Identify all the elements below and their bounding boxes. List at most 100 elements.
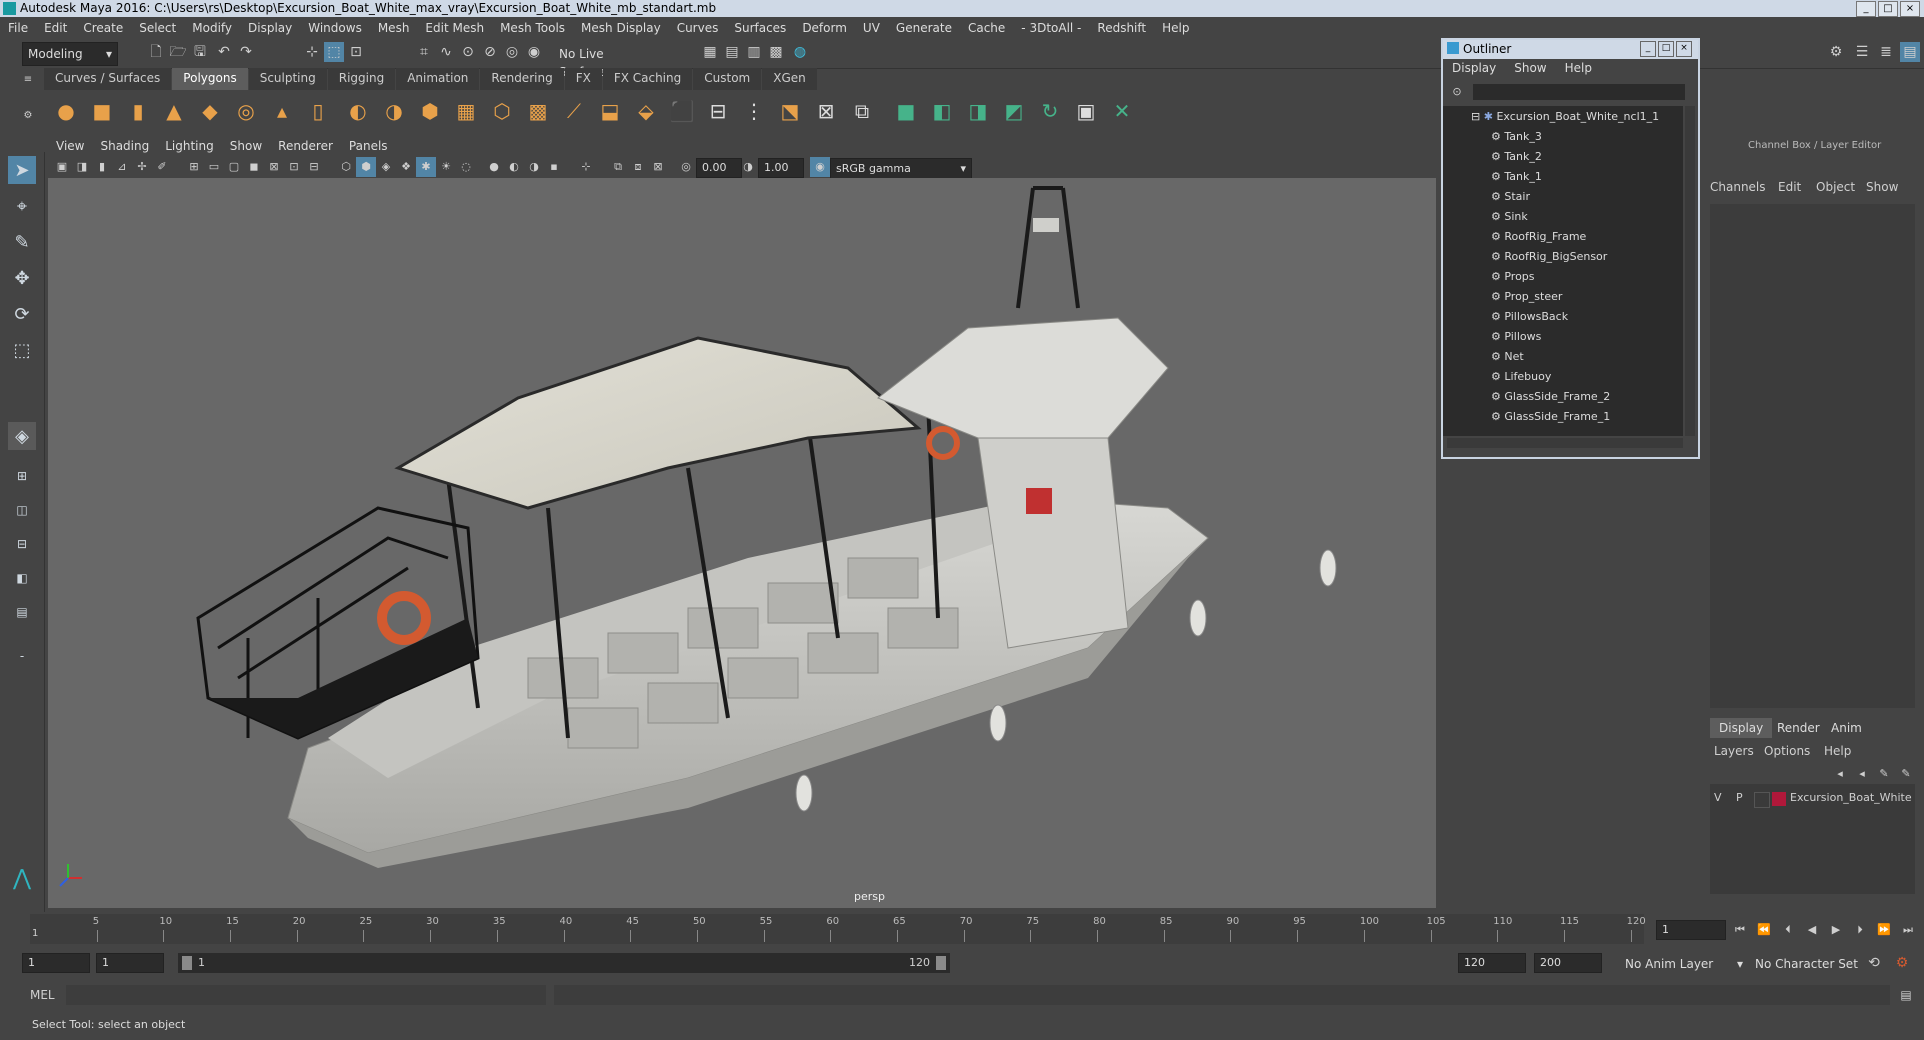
ambient-occlusion-icon[interactable]: ◌ (456, 157, 476, 177)
play-backward-icon[interactable]: ◀ (1802, 920, 1822, 940)
animation-prefs-icon[interactable]: ⚙ (1892, 953, 1912, 973)
camera-attributes-icon[interactable]: ◨ (72, 157, 92, 177)
combine-icon[interactable]: ◐ (344, 97, 372, 125)
range-slider[interactable]: 1 120 (178, 953, 950, 973)
bridge-icon[interactable]: ⟋ (560, 97, 588, 125)
edge-loop-icon[interactable]: ⋮ (740, 97, 768, 125)
shelf-settings-icon[interactable]: ⚙ (18, 106, 38, 126)
maximize-button[interactable]: □ (1878, 1, 1898, 17)
separate-icon[interactable]: ◑ (380, 97, 408, 125)
render-view-icon[interactable]: ▦ (700, 42, 720, 62)
four-view-icon[interactable]: ⊞ (8, 462, 36, 490)
menu-modify[interactable]: Modify (184, 21, 240, 35)
step-forward-key-icon[interactable]: ⏩ (1874, 920, 1894, 940)
render-settings-icon[interactable]: ▩ (766, 42, 786, 62)
make-live-icon[interactable]: ◉ (524, 42, 544, 62)
tree-item-root[interactable]: ⊟ ✱ Excursion_Boat_White_ncl1_1 (1471, 107, 1659, 127)
move-layer-down-icon[interactable]: ◂ (1852, 764, 1872, 784)
grease-pencil-icon[interactable]: ✐ (152, 157, 172, 177)
menu-help[interactable]: Help (1154, 21, 1197, 35)
snap-plane-icon[interactable]: ⊘ (480, 42, 500, 62)
layer-help-menu[interactable]: Help (1824, 744, 1851, 758)
tree-item[interactable]: ⚙ Net (1491, 347, 1524, 367)
side-by-side-icon[interactable]: ◫ (8, 496, 36, 524)
menu-mesh-display[interactable]: Mesh Display (573, 21, 669, 35)
tab-sculpting[interactable]: Sculpting (248, 68, 327, 90)
poly-cylinder-icon[interactable]: ▮ (124, 97, 152, 125)
move-tool-icon[interactable]: ✥ (8, 264, 36, 292)
motion-blur-icon[interactable]: ● (484, 157, 504, 177)
select-object-icon[interactable]: ⬚ (324, 42, 344, 62)
layer-visibility-toggle[interactable]: V (1714, 791, 1722, 804)
tree-item[interactable]: ⚙ RoofRig_Frame (1491, 227, 1586, 247)
tab-custom[interactable]: Custom (693, 68, 762, 90)
tree-item[interactable]: ⚙ Prop_steer (1491, 287, 1562, 307)
tree-item[interactable]: ⚙ Lifebuoy (1491, 367, 1551, 387)
outliner-vscrollbar[interactable] (1685, 106, 1695, 436)
snap-curve-icon[interactable]: ∿ (436, 42, 456, 62)
undo-icon[interactable]: ↶ (214, 42, 234, 62)
channel-show-menu[interactable]: Show (1866, 180, 1898, 194)
step-back-frame-icon[interactable]: ⏴ (1778, 920, 1798, 940)
redo-icon[interactable]: ↷ (236, 42, 256, 62)
character-set-dropdown[interactable]: No Character Set (1750, 953, 1870, 975)
tab-anim-layers[interactable]: Anim (1822, 718, 1871, 738)
shadows-icon[interactable]: ☀ (436, 157, 456, 177)
tree-item[interactable]: ⚙ Sink (1491, 207, 1528, 227)
collapse-icon[interactable]: ⊟ (1471, 110, 1480, 123)
textured-icon[interactable]: ❖ (396, 157, 416, 177)
panel-menu-lighting[interactable]: Lighting (157, 139, 222, 157)
select-tool-icon[interactable]: ➤ (8, 156, 36, 184)
tree-item[interactable]: ⚙ Props (1491, 267, 1535, 287)
gate-mask-icon[interactable]: ◼ (244, 157, 264, 177)
smooth-icon[interactable]: ⬢ (416, 97, 444, 125)
tab-render-layers[interactable]: Render (1768, 718, 1829, 738)
xray-components-icon[interactable]: ⊠ (648, 157, 668, 177)
ipr-render-icon[interactable]: ▥ (744, 42, 764, 62)
outliner-close-button[interactable]: × (1676, 41, 1692, 57)
menu-file[interactable]: File (0, 21, 36, 35)
poly-torus-icon[interactable]: ◎ (232, 97, 260, 125)
scene-start-field[interactable]: 1 (22, 953, 90, 973)
outliner-menu-help[interactable]: Help (1556, 61, 1601, 79)
poly-pipe-icon[interactable]: ▯ (304, 97, 332, 125)
tab-fx-caching[interactable]: FX Caching (602, 68, 693, 90)
snap-grid-icon[interactable]: ⌗ (414, 42, 434, 62)
layer-options-menu[interactable]: Options (1764, 744, 1810, 758)
playback-end-field[interactable]: 120 (1458, 953, 1526, 973)
channel-edit-menu[interactable]: Edit (1778, 180, 1801, 194)
exposure-icon[interactable]: ◎ (676, 157, 696, 177)
playback-start-field[interactable]: 1 (96, 953, 164, 973)
menu-surfaces[interactable]: Surfaces (726, 21, 794, 35)
xray-icon[interactable]: ⊹ (576, 157, 596, 177)
persp-outliner-icon[interactable]: ◧ (8, 564, 36, 592)
layer-type-toggle[interactable] (1754, 792, 1770, 808)
persp-graph-icon[interactable]: ⊟ (8, 530, 36, 558)
layout-menu-icon[interactable]: - (8, 642, 36, 670)
boolean-icon[interactable]: ⬡ (488, 97, 516, 125)
tree-item[interactable]: ⚙ PillowsBack (1491, 307, 1568, 327)
menu-mesh[interactable]: Mesh (370, 21, 418, 35)
grid-icon[interactable]: ⊞ (184, 157, 204, 177)
single-view-icon[interactable]: ◈ (8, 422, 36, 450)
tab-display-layers[interactable]: Display (1710, 718, 1773, 738)
film-gate-icon[interactable]: ▭ (204, 157, 224, 177)
outliner-menu-display[interactable]: Display (1443, 61, 1505, 79)
time-slider[interactable]: 1 5 10 15 20 25 30 35 40 45 50 55 60 65 70 75 80 85 90 95 1… (0, 912, 1924, 948)
tree-item[interactable]: ⚙ Pillows (1491, 327, 1541, 347)
range-start-handle[interactable] (182, 956, 192, 970)
outliner-minimize-button[interactable]: _ (1640, 41, 1656, 57)
menu-cache[interactable]: Cache (960, 21, 1013, 35)
auto-key-icon[interactable]: ⟲ (1864, 953, 1884, 973)
menu-3dtoall[interactable]: - 3DtoAll - (1013, 21, 1089, 35)
layers-menu[interactable]: Layers (1714, 744, 1754, 758)
camera-select-icon[interactable]: ▣ (52, 157, 72, 177)
menu-uv[interactable]: UV (855, 21, 888, 35)
layer-playback-toggle[interactable]: P (1736, 791, 1743, 804)
image-plane-icon[interactable]: ⊿ (112, 157, 132, 177)
tree-item[interactable]: ⚙ Tank_3 (1491, 127, 1542, 147)
modeling-toolkit-icon[interactable]: ⚙ (1826, 42, 1846, 62)
move-layer-up-icon[interactable]: ◂ (1830, 764, 1850, 784)
resolution-gate-icon[interactable]: ▢ (224, 157, 244, 177)
live-surface-field[interactable]: No Live Surface (554, 43, 658, 79)
